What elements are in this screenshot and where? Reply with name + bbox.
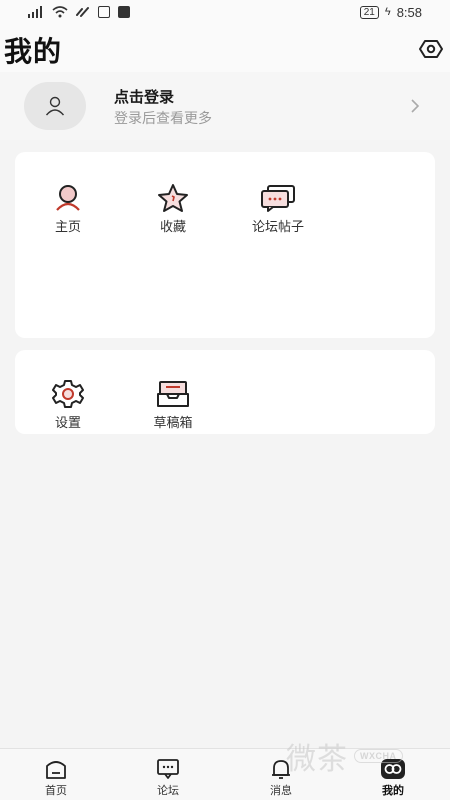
nav-label: 论坛 [157, 785, 179, 797]
chevron-right-icon[interactable] [408, 96, 422, 116]
chat-bubbles-icon [258, 182, 298, 214]
grid-item-forum-posts[interactable]: 论坛帖子 [233, 182, 323, 252]
grid-item-settings[interactable]: 设置 [23, 378, 113, 448]
star-icon [153, 182, 193, 214]
login-subtitle: 登录后查看更多 [114, 110, 212, 126]
link-icon [76, 7, 89, 17]
status-icons-left [28, 6, 130, 18]
forum-icon [128, 757, 208, 781]
grid-item-label: 收藏 [159, 219, 186, 234]
user-outline-icon [45, 96, 65, 116]
status-time: 8:58 [396, 4, 422, 20]
avatar[interactable] [24, 82, 86, 130]
signal-icon [28, 6, 42, 18]
login-card[interactable]: 点击登录 登录后查看更多 [0, 72, 450, 140]
battery-indicator: 21 [359, 5, 379, 19]
scan-settings-button[interactable] [418, 36, 444, 62]
status-bar: 21 ϟ 8:58 [0, 0, 450, 24]
nav-item-forum[interactable]: 论坛 [128, 757, 208, 798]
grid-item-drafts[interactable]: 草稿箱 [128, 378, 218, 448]
grid-item-label: 草稿箱 [153, 415, 193, 430]
shortcuts-card: 主页 收藏 论坛帖子 [15, 152, 435, 338]
nav-item-home[interactable]: 首页 [16, 757, 96, 798]
watermark-text: 微茶 [286, 742, 348, 777]
tools-card: 设置 草稿箱 [15, 350, 435, 434]
gear-icon [48, 378, 88, 410]
watermark-badge: WXCHA [354, 749, 403, 763]
grid-item-favorites[interactable]: 收藏 [128, 182, 218, 252]
login-title[interactable]: 点击登录 [114, 86, 174, 107]
eye-settings-icon [419, 40, 443, 58]
status-icons-right: 21 ϟ 8:58 [359, 4, 422, 20]
nav-label: 我的 [382, 785, 404, 797]
nav-label: 消息 [270, 785, 292, 797]
page-title: 我的 [4, 36, 63, 67]
nav-label: 首页 [45, 785, 67, 797]
inbox-icon [153, 378, 193, 410]
wifi-icon [52, 6, 68, 18]
mail-icon [118, 6, 130, 18]
page-header: 我的 [0, 24, 450, 72]
home-icon [16, 757, 96, 781]
grid-item-home[interactable]: 主页 [23, 182, 113, 252]
grid-item-label: 主页 [54, 219, 81, 234]
user-icon [48, 182, 88, 214]
charging-icon: ϟ [384, 6, 391, 18]
grid-item-label: 论坛帖子 [251, 219, 304, 234]
upload-icon [98, 6, 110, 18]
grid-item-label: 设置 [54, 415, 81, 430]
watermark: 微茶 WXCHA [286, 734, 403, 778]
